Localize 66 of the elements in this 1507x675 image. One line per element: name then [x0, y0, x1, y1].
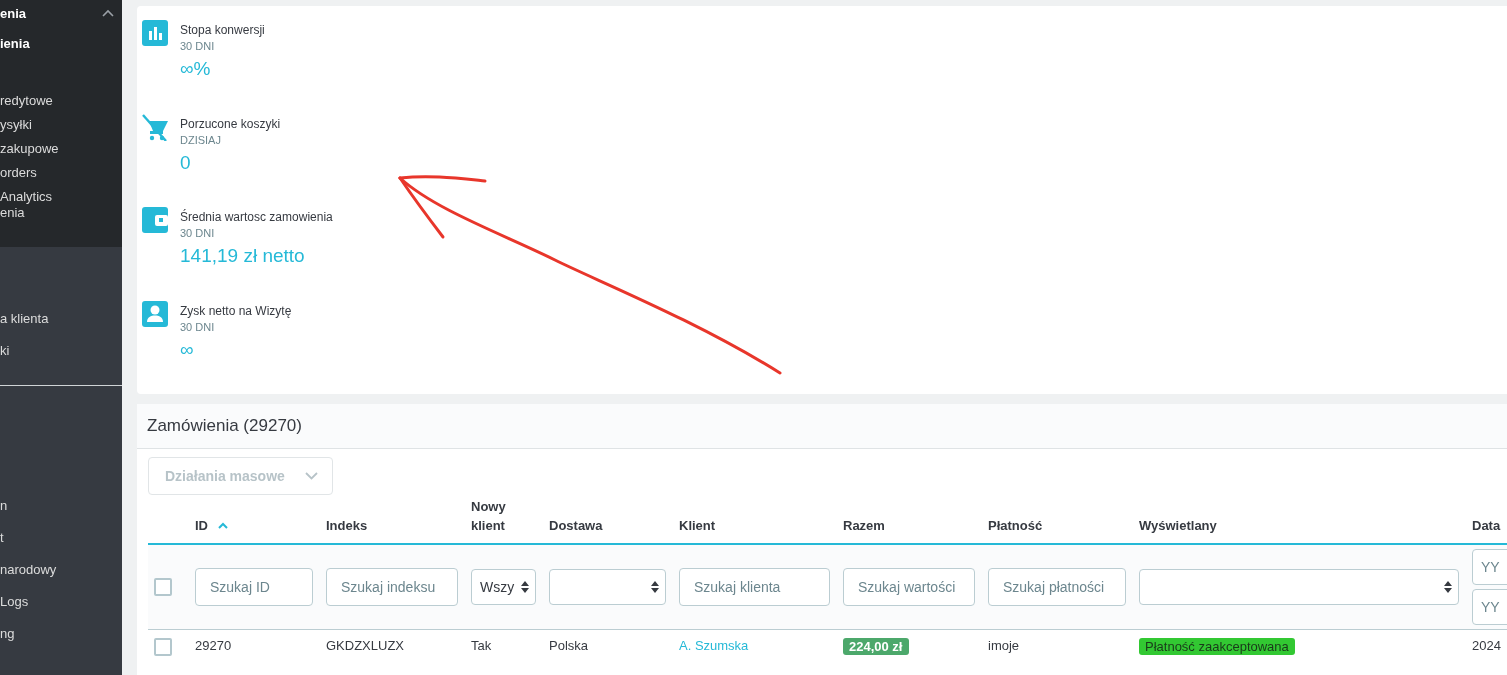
kpi-title: Średnia wartosc zamowienia [180, 209, 333, 226]
sidebar-item[interactable]: ng [0, 626, 122, 642]
filter-select[interactable] [1139, 569, 1459, 605]
sidebar-item[interactable]: ki [0, 343, 122, 359]
sidebar-item[interactable]: ienia [0, 36, 122, 52]
column-header[interactable]: Indeks [326, 516, 368, 535]
kpi-period: 30 DNI [180, 39, 216, 54]
sidebar-item[interactable]: n [0, 498, 122, 514]
filter-field[interactable]: Szukaj indeksu [326, 568, 458, 606]
filter-select[interactable]: Wszy [471, 569, 536, 605]
sidebar-item[interactable]: ysyłki [0, 117, 122, 133]
sidebar-item[interactable]: zakupowe [0, 141, 122, 157]
sidebar-item[interactable]: redytowe [0, 93, 122, 109]
chevron-icon [304, 472, 318, 480]
filter-field[interactable]: Szukaj płatności [988, 568, 1126, 606]
column-header[interactable]: Razem [843, 516, 885, 535]
user-icon [142, 300, 169, 328]
kpi-title: Zysk netto na Wizytę [180, 302, 292, 320]
column-header[interactable]: ID [195, 516, 228, 535]
panel-title: Zamówienia (29270) [147, 416, 302, 436]
kpi-value: ∞ [180, 337, 195, 362]
table-cell: 29270 [195, 638, 232, 653]
sidebar-item[interactable]: Logs [0, 594, 122, 610]
filter-field[interactable]: Szukaj wartości [843, 568, 975, 606]
sidebar-item[interactable]: Analytics enia [0, 189, 122, 221]
sidebar-section-title[interactable]: enia [0, 5, 26, 21]
kpi-period: 30 DNI [180, 319, 216, 335]
wallet-icon [142, 207, 169, 234]
select-all-checkbox[interactable] [154, 578, 172, 596]
total-badge: 224,00 zł [843, 638, 909, 655]
bar-chart-icon [142, 20, 169, 47]
column-header[interactable]: Klient [679, 516, 716, 535]
status-badge: Płatność zaakceptowana [1139, 638, 1295, 655]
chevron-icon[interactable] [102, 9, 114, 17]
crossed-cart-icon [142, 113, 169, 141]
sidebar-item[interactable]: orders [0, 165, 122, 181]
kpi-title: Porzucone koszyki [180, 115, 281, 133]
select-arrows-icon [651, 581, 659, 593]
column-header[interactable]: Płatność [988, 516, 1043, 535]
filter-select[interactable] [549, 569, 666, 605]
column-header[interactable]: Nowy klient [471, 497, 516, 535]
kpi-value: 141,19 zł netto [180, 244, 306, 268]
sidebar-item[interactable]: narodowy [0, 562, 122, 578]
filter-field[interactable]: Szukaj klienta [679, 568, 830, 606]
table-cell: Tak [471, 638, 492, 653]
table-cell: Polska [549, 638, 589, 653]
sort-ascending-icon [218, 522, 228, 529]
row-checkbox[interactable] [154, 638, 172, 656]
date-to-field[interactable]: YY [1472, 589, 1507, 625]
kpi-value: ∞% [180, 57, 212, 81]
column-header[interactable]: Wyświetlany [1139, 516, 1217, 535]
select-arrows-icon [1444, 581, 1452, 593]
column-header[interactable]: Data [1472, 516, 1501, 535]
table-cell: 2024 [1472, 638, 1501, 653]
table-cell: GKDZXLUZX [326, 638, 404, 653]
filter-field[interactable]: Szukaj ID [195, 568, 313, 606]
kpi-period: DZISIAJ [180, 132, 222, 148]
column-header[interactable]: Dostawa [549, 516, 603, 535]
table-cell: imoje [988, 638, 1020, 653]
kpi-title: Stopa konwersji [180, 22, 265, 39]
date-from-field[interactable]: YY [1472, 549, 1507, 585]
kpi-period: 30 DNI [180, 226, 216, 241]
sidebar-item[interactable]: a klienta [0, 311, 122, 327]
kpi-value: 0 [180, 150, 192, 175]
sidebar-item[interactable]: t [0, 530, 122, 546]
select-arrows-icon [521, 581, 529, 593]
